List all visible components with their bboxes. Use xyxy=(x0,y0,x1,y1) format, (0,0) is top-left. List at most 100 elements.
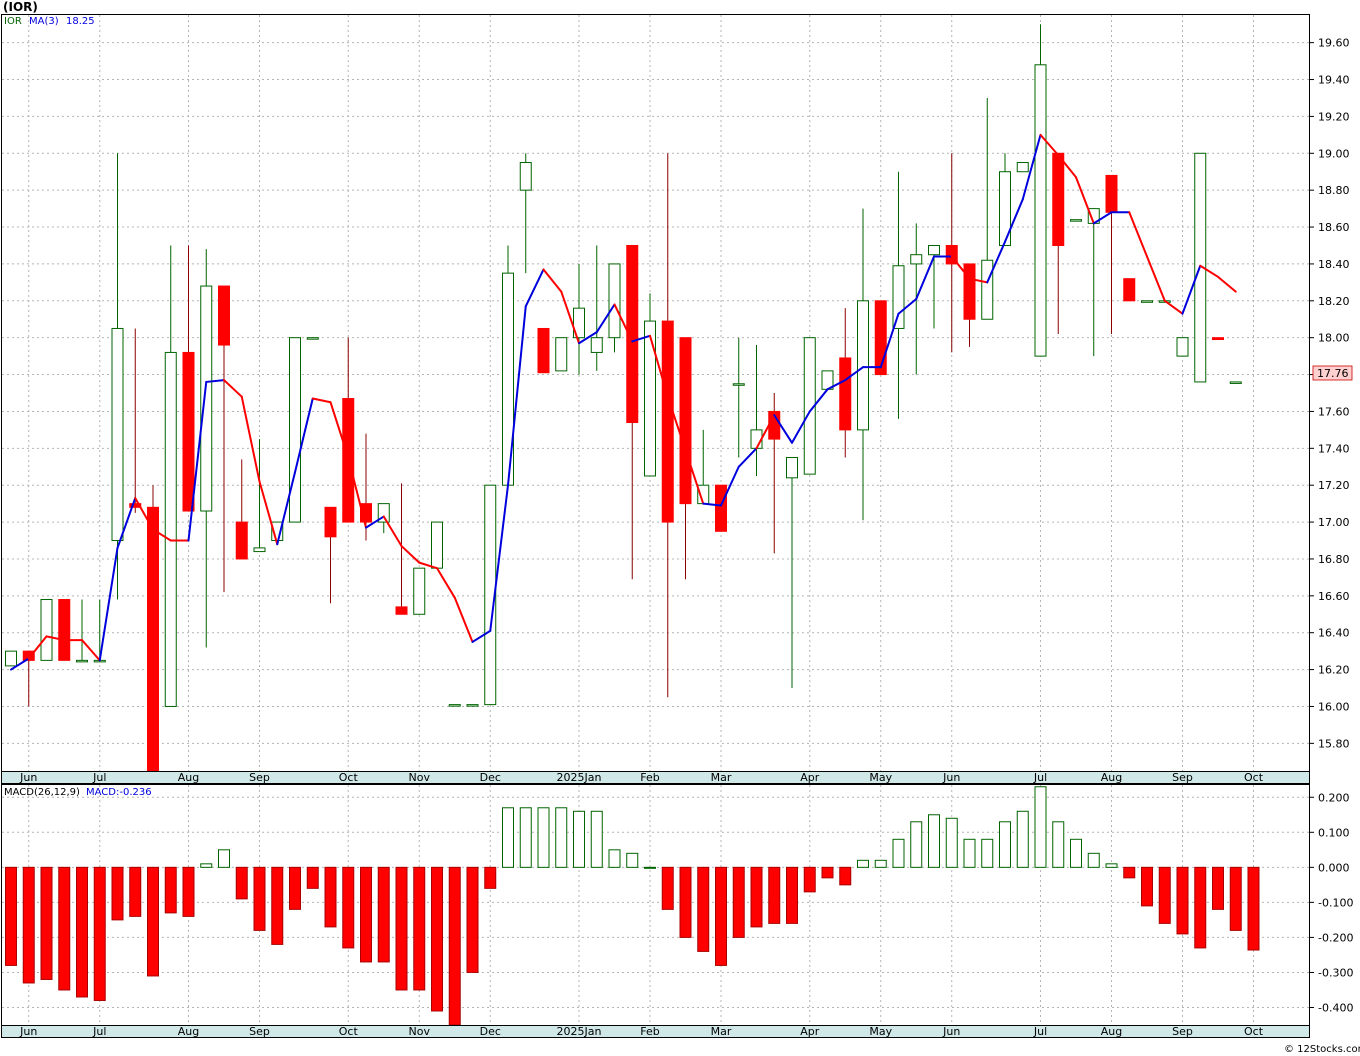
macd-bar xyxy=(519,807,532,868)
macd-bar xyxy=(431,866,443,1012)
price-y-tick-label: 16.00 xyxy=(1318,700,1350,713)
macd-x-tick-label: Jun xyxy=(942,1025,960,1038)
candle-body xyxy=(537,327,550,374)
macd-bar xyxy=(76,866,88,998)
macd-bar xyxy=(732,866,745,938)
candle-body xyxy=(1105,174,1118,213)
macd-bar xyxy=(1229,866,1242,931)
candle-body xyxy=(324,506,337,538)
macd-x-tick-label: Jul xyxy=(1033,1025,1047,1038)
macd-bar xyxy=(910,821,923,868)
macd-x-tick-label: Oct xyxy=(339,1025,359,1038)
price-x-tick-label: Nov xyxy=(409,771,431,784)
macd-bar xyxy=(839,866,852,886)
price-y-tick-label: 18.80 xyxy=(1318,184,1350,197)
macd-bar xyxy=(395,866,408,991)
price-y-tick-label: 15.80 xyxy=(1318,737,1350,750)
macd-bar xyxy=(981,838,994,868)
price-x-tick-label: Aug xyxy=(178,771,199,784)
price-x-tick-label: Apr xyxy=(800,771,820,784)
candle-body xyxy=(519,162,532,191)
candle-body xyxy=(5,650,17,667)
macd-bar xyxy=(1176,866,1189,935)
macd-bar xyxy=(484,866,497,889)
macd-x-tick-label: Mar xyxy=(711,1025,732,1038)
macd-bar xyxy=(253,866,266,931)
macd-bar xyxy=(306,866,319,889)
legend-ma-value: 18.25 xyxy=(66,16,95,27)
candle xyxy=(40,599,53,661)
macd-bar xyxy=(289,866,301,910)
macd-x-tick-label: Dec xyxy=(480,1025,501,1038)
candle xyxy=(1176,337,1189,357)
macd-bar xyxy=(1087,852,1100,868)
macd-x-tick-label: Oct xyxy=(1244,1025,1264,1038)
macd-bar xyxy=(1052,821,1065,868)
candle-body xyxy=(910,254,923,265)
candle xyxy=(413,567,426,615)
macd-bar xyxy=(40,866,53,980)
candle-body xyxy=(1016,162,1029,173)
chart-title: (IOR) xyxy=(3,0,38,14)
macd-x-tick-label: Apr xyxy=(800,1025,820,1038)
macd-y-tick-label: 0.000 xyxy=(1318,861,1350,874)
candle-body xyxy=(732,383,745,386)
macd-bar xyxy=(945,817,958,868)
macd-bar xyxy=(999,821,1011,868)
legend-ma-label: MA(3) xyxy=(29,16,59,27)
candle xyxy=(1141,300,1153,303)
price-y-tick-label: 17.00 xyxy=(1318,516,1350,529)
price-y-tick-label: 18.00 xyxy=(1318,332,1350,345)
price-x-tick-label: Feb xyxy=(640,771,659,784)
macd-bar xyxy=(235,866,248,900)
price-x-tick-label: Jul xyxy=(1033,771,1047,784)
candle xyxy=(1229,381,1242,384)
candle xyxy=(537,327,550,374)
candle xyxy=(555,337,568,372)
price-y-tick-label: 19.00 xyxy=(1318,147,1350,160)
last-price-label: 17.76 xyxy=(1317,367,1349,380)
price-y-axis: 15.80 16.00 16.20 16.40 16.60 16.80 17.00 17.20… xyxy=(1309,37,1350,750)
macd-bar xyxy=(608,849,621,868)
macd-bar xyxy=(537,807,550,868)
candle xyxy=(5,650,17,667)
price-y-tick-label: 16.60 xyxy=(1318,590,1350,603)
candle-body xyxy=(164,351,177,707)
candle xyxy=(289,337,301,523)
macd-plot-area xyxy=(1,784,1310,1026)
candle-body xyxy=(892,265,905,329)
price-y-tick-label: 18.60 xyxy=(1318,221,1350,234)
candle xyxy=(715,484,727,532)
candle xyxy=(448,704,461,707)
price-x-tick-label: Sep xyxy=(1172,771,1193,784)
candle-body xyxy=(40,599,53,661)
macd-bar xyxy=(1070,838,1082,868)
price-x-tick-label: May xyxy=(869,771,892,784)
candle xyxy=(58,599,71,661)
candle-body xyxy=(928,244,940,256)
macd-bar xyxy=(360,866,372,963)
macd-bar xyxy=(1034,786,1047,868)
macd-bar xyxy=(874,859,887,868)
candle xyxy=(466,704,479,707)
price-y-tick-label: 17.40 xyxy=(1318,442,1350,455)
candle-body xyxy=(431,521,443,569)
credit-text: © 12Stocks.com xyxy=(1284,1044,1360,1055)
price-y-tick-label: 19.40 xyxy=(1318,74,1350,87)
macd-x-tick-label: Sep xyxy=(1172,1025,1193,1038)
candle-body xyxy=(1070,219,1082,222)
macd-x-tick-label: Jul xyxy=(92,1025,106,1038)
candle-body xyxy=(448,704,461,707)
candle-body xyxy=(395,606,408,615)
price-x-tick-label: Jun xyxy=(19,771,37,784)
macd-y-tick-label: 0.100 xyxy=(1318,826,1350,839)
macd-bar xyxy=(786,866,798,924)
candle-body xyxy=(963,263,976,320)
price-y-tick-label: 16.40 xyxy=(1318,627,1350,640)
candle-body xyxy=(58,599,71,661)
price-y-tick-label: 16.20 xyxy=(1318,664,1350,677)
macd-bar xyxy=(448,866,461,1026)
macd-bar xyxy=(928,814,940,868)
candle-body xyxy=(644,320,656,477)
macd-bar xyxy=(111,866,124,921)
